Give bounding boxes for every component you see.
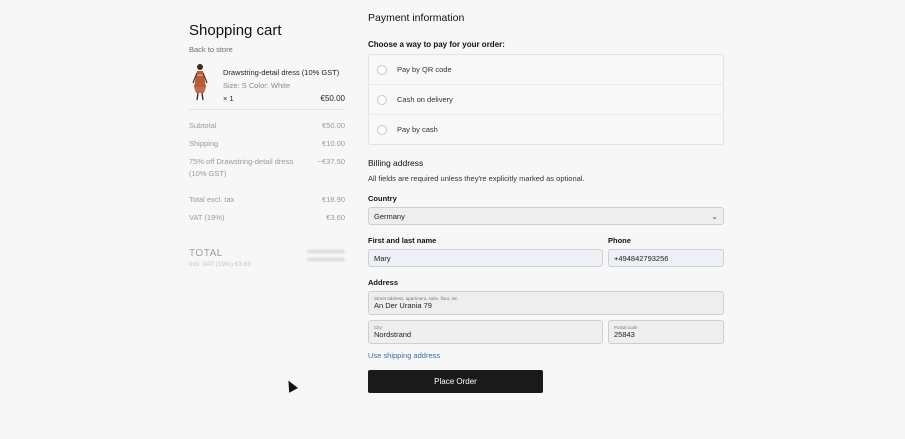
summary-subtotal: Subtotal €50.00 xyxy=(189,121,345,130)
payment-title: Payment information xyxy=(368,12,465,24)
item-name: Drawstring-detail dress (10% GST) xyxy=(223,68,340,77)
checkout-form: Payment information Choose a way to pay … xyxy=(368,12,724,393)
city-field[interactable]: City Nordstrand xyxy=(368,320,603,344)
summary: Subtotal €50.00 Shipping €10.00 75% off Dr… xyxy=(189,121,345,222)
payment-option-cash[interactable]: Pay by cash xyxy=(369,115,723,144)
total-label: TOTAL xyxy=(189,248,223,259)
country-select[interactable]: Germany ⌄ xyxy=(368,207,724,225)
phone-field[interactable]: +494842793256 xyxy=(608,249,724,267)
radio-icon[interactable] xyxy=(377,94,387,105)
billing-title: Billing address xyxy=(368,158,424,168)
summary-total-excl-tax: Total excl. tax €18.90 xyxy=(189,195,345,204)
place-order-button[interactable]: Place Order xyxy=(368,370,543,393)
divider xyxy=(189,109,345,110)
cart-title: Shopping cart xyxy=(189,22,282,39)
total-vat-note: incl. VAT (19%) €3.60 xyxy=(189,261,252,268)
summary-shipping: Shipping €10.00 xyxy=(189,139,345,148)
billing-note: All fields are required unless they're e… xyxy=(368,174,585,183)
radio-icon[interactable] xyxy=(377,64,387,75)
phone-label: Phone xyxy=(608,236,631,245)
cart-item: Drawstring-detail dress (10% GST) Size: … xyxy=(189,63,345,103)
summary-discount: 75% off Drawstring-detail dress (10% GST… xyxy=(189,157,345,178)
name-field[interactable]: Mary xyxy=(368,249,603,267)
cart-panel: Shopping cart Back to store Drawstring-d… xyxy=(189,22,345,268)
payment-prompt: Choose a way to pay for your order: xyxy=(368,40,505,49)
total-value-loading xyxy=(307,250,345,268)
radio-icon[interactable] xyxy=(377,124,387,135)
payment-option-cod[interactable]: Cash on delivery xyxy=(369,85,723,115)
summary-vat: VAT (19%) €3.60 xyxy=(189,213,345,222)
payment-options: Pay by QR code Cash on delivery Pay by c… xyxy=(368,54,724,145)
item-meta: Size: S Color: White xyxy=(223,81,291,90)
total-row: TOTAL incl. VAT (19%) €3.60 xyxy=(189,248,345,268)
name-label: First and last name xyxy=(368,236,437,245)
use-shipping-address-link[interactable]: Use shipping address xyxy=(368,351,724,360)
item-qty: × 1 xyxy=(223,94,234,103)
chevron-down-icon: ⌄ xyxy=(711,211,718,221)
street-field[interactable]: Street address, apartment, suite, floor,… xyxy=(368,291,724,315)
mouse-cursor-icon xyxy=(284,378,298,393)
address-label: Address xyxy=(368,278,399,287)
product-thumbnail xyxy=(189,63,211,101)
item-price: €50.00 xyxy=(320,94,345,103)
postal-code-field[interactable]: Postal code 25843 xyxy=(608,320,724,344)
back-to-store-link[interactable]: Back to store xyxy=(189,45,345,54)
country-label: Country xyxy=(368,194,397,203)
payment-option-qr[interactable]: Pay by QR code xyxy=(369,55,723,85)
